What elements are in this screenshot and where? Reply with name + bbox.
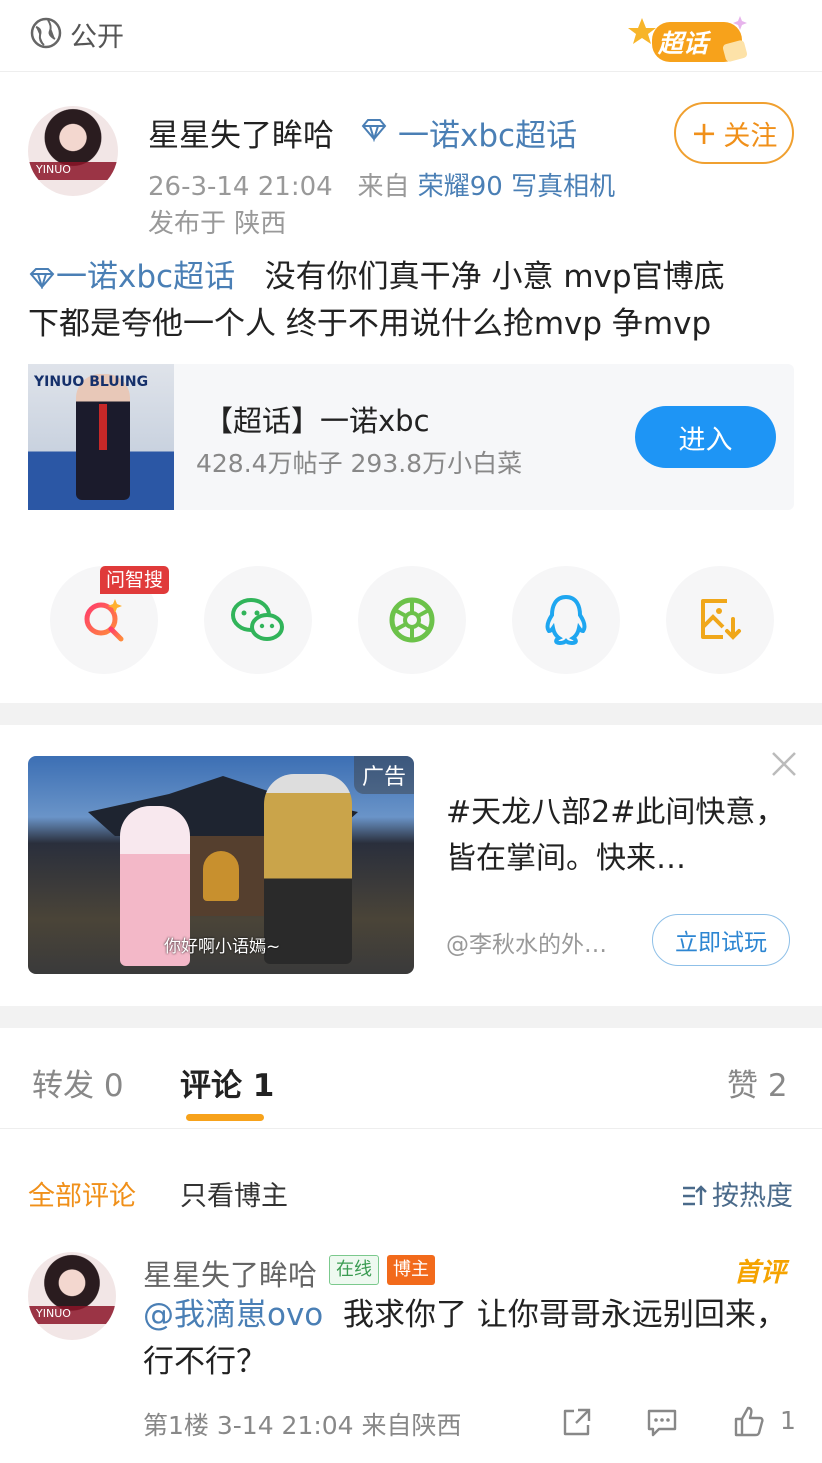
first-comment-badge: 首评 [734,1258,787,1288]
comment-author-name[interactable]: 星星失了眸哈 [143,1252,317,1294]
ad-image[interactable]: 你好啊小语嫣~ 广告 [28,756,414,974]
ad-tag: 广告 [354,756,414,794]
post-body-line1: 没有你们真干净 小意 mvp官博底 [264,259,725,295]
save-image-button[interactable] [666,566,774,674]
share-moments-button[interactable] [358,566,466,674]
post-body-line2: 下都是夸他一个人 终于不用说什么抢mvp 争mvp [28,306,712,342]
comment-floor: 第1楼 [143,1411,209,1440]
chaohua-card[interactable]: YINUO BLUING 【超话】一诺xbc 428.4万帖子 293.8万小白… [28,364,794,510]
comment-from: 来自陕西 [361,1411,462,1440]
ad-source: @李秋水的外… [446,932,607,958]
diamond-icon [361,119,387,142]
like-icon[interactable] [732,1405,766,1439]
top-bar: 公开 超话 [0,0,822,72]
diamond-icon [29,268,55,289]
filter-owner-only[interactable]: 只看博主 [180,1174,288,1213]
ad-image-subtitle: 你好啊小语嫣~ [164,937,281,957]
section-divider [0,1006,822,1028]
active-tab-indicator [186,1114,264,1121]
comment-like-count: 1 [780,1406,796,1435]
wechat-icon [231,598,284,641]
tab-divider [0,1128,822,1129]
visibility-label[interactable]: 公开 [70,15,124,54]
comment-time: 3-14 21:04 [216,1411,354,1440]
post-source-prefix: 来自 [357,172,410,202]
moments-icon [389,597,435,643]
try-now-button[interactable]: 立即试玩 [652,914,790,966]
comment-icon[interactable] [645,1405,679,1439]
tab-reposts[interactable]: 转发 0 [32,1060,124,1105]
post-body: 一诺xbc超话 没有你们真干净 小意 mvp官博底 下都是夸他一个人 终于不用说… [28,254,798,348]
sort-toggle[interactable]: 按热度 [680,1174,793,1213]
author-avatar[interactable]: YINUO [28,106,118,196]
close-icon[interactable] [768,748,800,780]
plus-icon: + [690,114,718,152]
image-download-icon [701,599,741,640]
enter-button[interactable]: 进入 [635,406,776,468]
tab-comments[interactable]: 评论 1 [180,1060,274,1105]
ask-search-tag: 问智搜 [100,566,170,594]
chaohua-cover-image: YINUO BLUING [28,364,174,510]
comment-author-avatar[interactable]: YINUO [28,1252,116,1340]
tab-likes[interactable]: 赞 2 [727,1060,788,1105]
post-location: 发布于 陕西 [148,209,287,239]
comment-mention[interactable]: @我滴崽ovo [143,1297,323,1333]
share-qq-button[interactable] [512,566,620,674]
sort-icon [683,1185,707,1206]
post-meta: 26-3-14 21:04 来自 荣耀90 写真相机 [148,166,615,203]
filter-all-comments[interactable]: 全部评论 [28,1174,136,1213]
comment-text: @我滴崽ovo 我求你了 让你哥哥永远别回来，行不行？ [143,1292,793,1386]
card-stats: 428.4万帖子 293.8万小白菜 [196,449,523,478]
follow-button[interactable]: + 关注 [674,102,794,164]
chaohua-badge[interactable]: 超话 [628,12,752,70]
post-device[interactable]: 荣耀90 写真相机 [418,172,615,202]
qq-icon [545,594,587,646]
post-body-tag[interactable]: 一诺xbc超话 [28,259,245,295]
comment-meta: 第1楼 3-14 21:04 来自陕西 [143,1406,462,1442]
card-title: 【超话】一诺xbc [204,404,430,438]
repost-icon[interactable] [560,1405,594,1439]
owner-badge: 博主 [387,1255,435,1285]
online-badge: 在线 [329,1255,379,1285]
search-sparkle-icon [84,599,124,642]
follow-label: 关注 [723,120,778,152]
post-timestamp: 26-3-14 21:04 [148,172,333,202]
chaohua-link[interactable]: 一诺xbc超话 [398,110,577,155]
share-wechat-button[interactable] [204,566,312,674]
section-divider [0,703,822,725]
post-author-name[interactable]: 星星失了眸哈 [148,110,334,155]
globe-icon [30,17,62,49]
ad-title[interactable]: #天龙八部2#此间快意，皆在掌间。快来… [446,790,796,882]
